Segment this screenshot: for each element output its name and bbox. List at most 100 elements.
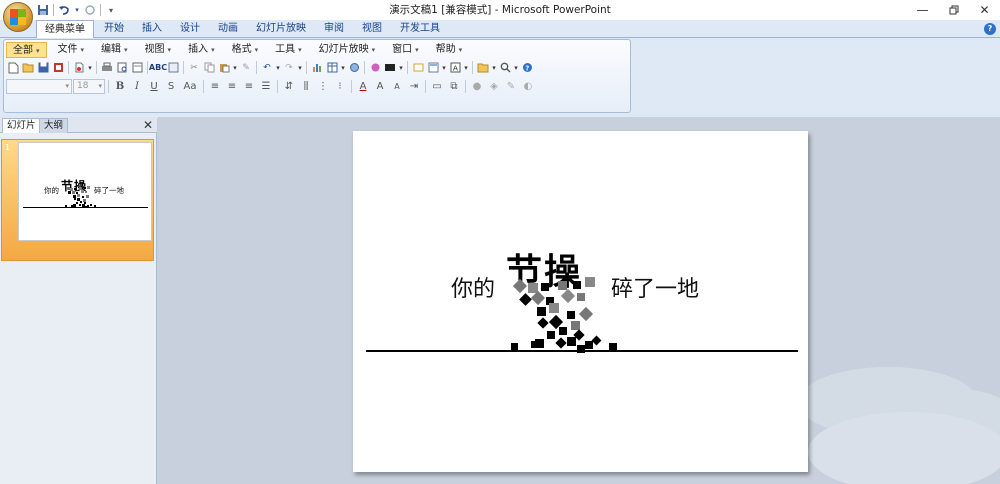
menu-view[interactable]: 视图 ▾ (139, 42, 178, 58)
window-title: 演示文稿1 [兼容模式] - Microsoft PowerPoint (389, 4, 611, 16)
help-icon[interactable]: ? (984, 23, 996, 35)
redo-toolbar-icon[interactable]: ↷ (282, 61, 296, 75)
dropdown-arrow-icon[interactable]: ▾ (463, 61, 469, 75)
spelling-icon[interactable]: ABC (149, 61, 167, 75)
shadow-button[interactable]: S (163, 80, 179, 94)
dropdown-arrow-icon[interactable]: ▾ (232, 61, 238, 75)
minimize-button[interactable]: — (907, 0, 938, 20)
tab-review[interactable]: 审阅 (316, 20, 352, 38)
restore-button[interactable] (938, 0, 969, 20)
menu-edit[interactable]: 编辑 ▾ (95, 42, 134, 58)
numbering-icon[interactable]: ⋮ (315, 80, 331, 94)
paste-icon[interactable] (217, 61, 231, 75)
menu-window[interactable]: 窗口 ▾ (386, 42, 425, 58)
bullets-icon[interactable]: ⁝ (332, 80, 348, 94)
tab-slides[interactable]: 幻灯片 (2, 118, 41, 133)
slide-thumbnail-selected[interactable]: 1 你的 节操 碎了一地 (1, 139, 154, 261)
slide-show-icon[interactable] (383, 61, 397, 75)
align-center-icon[interactable]: ≡ (224, 80, 240, 94)
shrink-font-icon[interactable]: A (389, 80, 405, 94)
research-icon[interactable] (166, 61, 180, 75)
grow-font-icon[interactable]: A (372, 80, 388, 94)
tab-home[interactable]: 开始 (96, 20, 132, 38)
color-grayscale-icon[interactable] (368, 61, 382, 75)
customize-qat-icon[interactable]: ▾ (104, 3, 118, 17)
hyperlink-icon[interactable] (347, 61, 361, 75)
tab-developer[interactable]: 开发工具 (392, 20, 448, 38)
dropdown-arrow-icon[interactable]: ▾ (275, 61, 281, 75)
new-slide-icon[interactable] (411, 61, 425, 75)
effects-icon[interactable]: ◐ (520, 80, 536, 94)
dropdown-arrow-icon[interactable]: ▾ (398, 61, 404, 75)
tab-design[interactable]: 设计 (172, 20, 208, 38)
format-painter-icon[interactable]: ✎ (239, 61, 253, 75)
shape-style-icon[interactable]: ● (469, 80, 485, 94)
align-right-icon[interactable]: ≡ (241, 80, 257, 94)
zoom-icon[interactable] (498, 61, 512, 75)
print-preview-icon[interactable] (115, 61, 129, 75)
justify-icon[interactable]: ☰ (258, 80, 274, 94)
shapes-icon[interactable]: ▭ (429, 80, 445, 94)
print-icon[interactable] (100, 61, 114, 75)
tab-outline[interactable]: 大纲 (39, 118, 69, 133)
change-case-button[interactable]: Aa (180, 80, 200, 94)
dropdown-arrow-icon[interactable]: ▾ (87, 61, 93, 75)
close-icon[interactable]: ✕ (143, 118, 153, 132)
menu-file[interactable]: 文件 ▾ (52, 42, 91, 58)
layout-icon[interactable] (426, 61, 440, 75)
italic-button[interactable]: I (129, 80, 145, 94)
undo-dropdown-icon[interactable]: ▾ (74, 3, 80, 17)
fill-color-icon[interactable]: ◈ (486, 80, 502, 94)
slide-text-left[interactable]: 你的 (451, 271, 495, 303)
font-name-combo[interactable]: ▾ (6, 79, 72, 94)
permission-icon[interactable] (51, 61, 65, 75)
tab-animation[interactable]: 动画 (210, 20, 246, 38)
bold-button[interactable]: B (112, 80, 128, 94)
tab-insert[interactable]: 插入 (134, 20, 170, 38)
help-toolbar-icon[interactable]: ? (520, 61, 534, 75)
line-color-icon[interactable]: ✎ (503, 80, 519, 94)
open-icon[interactable] (21, 61, 35, 75)
tab-view[interactable]: 视图 (354, 20, 390, 38)
copy-icon[interactable] (202, 61, 216, 75)
textbox-icon[interactable]: A (448, 61, 462, 75)
arrange-icon[interactable]: ⧉ (446, 80, 462, 94)
dropdown-arrow-icon[interactable]: ▾ (297, 61, 303, 75)
indent-icon[interactable]: ⇥ (406, 80, 422, 94)
dropdown-arrow-icon[interactable]: ▾ (513, 61, 519, 75)
insert-chart-icon[interactable] (310, 61, 324, 75)
close-button[interactable]: ✕ (969, 0, 1000, 20)
dropdown-arrow-icon[interactable]: ▾ (340, 61, 346, 75)
new-icon[interactable] (6, 61, 20, 75)
menu-insert[interactable]: 插入 ▾ (182, 42, 221, 58)
office-button[interactable] (3, 2, 33, 32)
undo-icon[interactable] (57, 3, 71, 17)
underline-button[interactable]: U (146, 80, 162, 94)
save-toolbar-icon[interactable] (36, 61, 50, 75)
menu-all[interactable]: 全部 ▾ (6, 42, 47, 58)
slide-canvas[interactable]: 你的 节操 碎了一地 (353, 131, 808, 472)
font-color-icon[interactable]: A (355, 80, 371, 94)
print-layout-icon[interactable] (130, 61, 144, 75)
tab-classic-menu[interactable]: 经典菜单 (36, 20, 94, 39)
align-left-icon[interactable]: ≡ (207, 80, 223, 94)
slide-thumbnail[interactable]: 你的 节操 碎了一地 (18, 142, 152, 241)
menu-slideshow[interactable]: 幻灯片放映 ▾ (313, 42, 382, 58)
menu-format[interactable]: 格式 ▾ (226, 42, 265, 58)
menu-tools[interactable]: 工具 ▾ (269, 42, 308, 58)
undo-toolbar-icon[interactable]: ↶ (260, 61, 274, 75)
pdf-icon[interactable] (72, 61, 86, 75)
picture-icon[interactable] (476, 61, 490, 75)
save-icon[interactable] (36, 3, 50, 17)
insert-table-icon[interactable] (325, 61, 339, 75)
font-size-combo[interactable]: 18 ▾ (73, 79, 105, 94)
dropdown-arrow-icon[interactable]: ▾ (441, 61, 447, 75)
dropdown-arrow-icon[interactable]: ▾ (491, 61, 497, 75)
columns-icon[interactable]: ⫼ (298, 80, 314, 94)
menu-help[interactable]: 帮助 ▾ (430, 42, 469, 58)
redo-icon[interactable] (83, 3, 97, 17)
text-direction-icon[interactable]: ⇵ (281, 80, 297, 94)
slide-text-right[interactable]: 碎了一地 (611, 271, 699, 303)
cut-icon[interactable]: ✂ (187, 61, 201, 75)
tab-slideshow[interactable]: 幻灯片放映 (248, 20, 314, 38)
